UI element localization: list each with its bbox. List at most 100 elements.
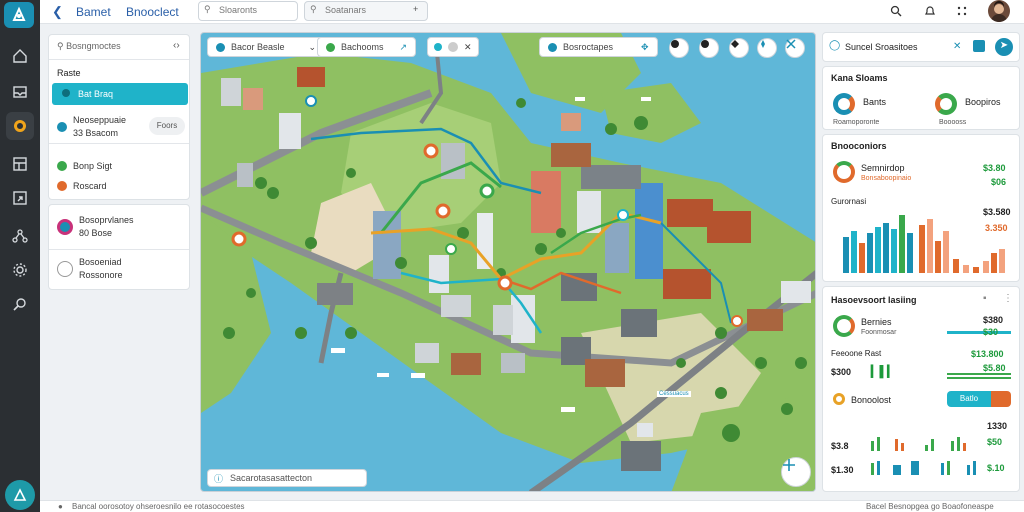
financials-value: $13.800 (971, 349, 1004, 359)
assistant-icon[interactable] (5, 480, 35, 510)
map-bottom-search[interactable]: ⓘ Sacarotasasattecton (207, 469, 367, 487)
layer-item-active[interactable]: Bat Braq (52, 83, 188, 105)
kpi-sub: Roamoporonte (833, 119, 880, 126)
left-panel: ⚲ Bosngmoctes ‹› Raste Bat Braq Neoseppu… (48, 34, 190, 290)
financials-label: Bernies (861, 317, 892, 327)
notification-icon[interactable] (922, 3, 938, 19)
layer-item[interactable]: Roscard (57, 181, 107, 191)
search-icon[interactable] (6, 290, 34, 318)
pin-icon: ◯ (829, 40, 841, 51)
layer-item[interactable]: Neoseppuaie 33 Bsacom (57, 115, 126, 138)
nav-rail (0, 0, 40, 512)
financials-card: Hasoevsoort lasiing ▪ ⋮ Bernies Foonmosa… (822, 286, 1020, 492)
right-header-title: Suncel Sroasitoes (845, 42, 918, 52)
financials-label: Bonoolost (851, 395, 892, 405)
close-icon[interactable]: ✕ (464, 42, 472, 53)
settings-icon[interactable] (6, 256, 34, 284)
more-icon[interactable]: ⋮ (1003, 293, 1013, 304)
layers-toggle-icon[interactable] (729, 38, 749, 58)
compass-icon[interactable] (757, 38, 777, 58)
saved-card: Bosoprvlanes 80 Bose Bosoeniad Rossonore (48, 204, 190, 290)
layers-icon[interactable] (6, 150, 34, 178)
minimize-icon[interactable]: ▪ (983, 293, 987, 304)
network-icon[interactable] (6, 222, 34, 250)
fullscreen-icon[interactable] (785, 38, 805, 58)
layer-dropdown[interactable]: Bacor Beasle ⌄ (207, 37, 326, 57)
search-icon: ⚲ (204, 4, 211, 14)
recenter-button[interactable] (781, 457, 811, 487)
collapse-icon[interactable]: ‹› (173, 40, 180, 51)
segment-option[interactable]: Batlo (947, 391, 991, 407)
search-icon[interactable] (888, 3, 904, 19)
saved-item[interactable]: Bosoeniad Rossonore (57, 257, 123, 280)
stats-gauge (833, 161, 855, 183)
user-avatar[interactable] (988, 0, 1010, 22)
arrow-icon: ↗ (399, 41, 408, 52)
financials-value: $380 (983, 315, 1004, 325)
toggle-on-icon (434, 43, 442, 51)
toggle-off-icon (448, 42, 458, 52)
kpi-card: Kana Sloams Bants Roamoporonte Boopiros … (822, 66, 1020, 130)
stats-value: $3.80 (983, 163, 1006, 173)
workspace-title[interactable]: Bnooclect (126, 5, 179, 19)
app-title: Bamet (76, 5, 111, 19)
map-search[interactable]: Bosroctapes ✥ (539, 37, 658, 57)
stats-title: Bnooconiors (831, 141, 887, 151)
saved-item-sub: 80 Bose (79, 228, 113, 238)
crosshair-icon[interactable]: ✥ (641, 42, 649, 53)
kpi-label: Boopiros (965, 97, 1001, 107)
app-logo-icon[interactable] (4, 2, 34, 28)
financials-gauge (833, 315, 855, 337)
stats-value: $06 (991, 177, 1007, 187)
share-icon[interactable]: ➤ (995, 38, 1013, 56)
toggle-chip[interactable]: ✕ (427, 37, 479, 57)
kpi-sub: Booooss (939, 119, 967, 126)
dock-icon[interactable] (973, 40, 985, 52)
route-chip[interactable]: Bachooms ↗ (317, 37, 417, 57)
info-icon: ⓘ (214, 474, 224, 484)
kpi-gauge (833, 93, 855, 115)
financials-value: $30 (983, 327, 999, 337)
panel-search[interactable]: ⚲ Bosngmoctes (57, 41, 121, 52)
layer-item[interactable]: Bonp Sigt (57, 161, 112, 171)
segment-toggle[interactable]: Batlo (947, 391, 1011, 407)
add-icon[interactable]: + (413, 4, 418, 14)
map-view[interactable]: Bacor Beasle ⌄ Bachooms ↗ ✕ Bosroctapes … (200, 32, 816, 492)
financials-value: $300 (831, 367, 852, 377)
filter-input[interactable]: ⚲ Soatanars + (304, 1, 428, 21)
globe-icon (216, 42, 225, 52)
status-dot-icon (833, 393, 845, 405)
inbox-icon[interactable] (6, 78, 34, 106)
measure-icon[interactable] (699, 38, 719, 58)
mini-bars-icon: ▎▌▎ (871, 366, 896, 378)
chart-label: Gurornasi (831, 197, 867, 206)
back-arrow-icon[interactable]: ❮ (52, 4, 63, 20)
bar-chart (843, 209, 1013, 273)
financials-label: Feeoone Rast (831, 349, 882, 358)
financials-value: $1.30 (831, 465, 854, 475)
layer-item-title: Neoseppuaie (73, 115, 127, 125)
top-bar: ❮ Bamet Bnooclect ⚲ Sloaronts ⚲ Soatanar… (40, 0, 1024, 24)
map-canvas[interactable] (201, 33, 816, 492)
app-window: ❮ Bamet Bnooclect ⚲ Sloaronts ⚲ Soatanar… (0, 0, 1024, 512)
status-bar: ● Bancal oorosotoy ohseroesnilo ee rotas… (40, 500, 1024, 512)
home-icon[interactable] (6, 42, 34, 70)
export-icon[interactable] (6, 184, 34, 212)
saved-item-sub: Rossonore (79, 270, 123, 280)
layer-item-label: Roscard (73, 181, 107, 191)
financials-sub: Foonmosar (861, 329, 897, 336)
close-icon[interactable]: ✕ (953, 41, 961, 52)
mini-bar-chart (871, 459, 981, 475)
saved-item-title: Bosoeniad (79, 257, 122, 267)
financials-value: $50 (987, 437, 1003, 447)
saved-item[interactable]: Bosoprvlanes 80 Bose (57, 215, 134, 238)
search-input[interactable]: ⚲ Sloaronts (198, 1, 298, 21)
stats-card: Bnooconiors Semnirdop Bonsaboopinaio $3.… (822, 134, 1020, 282)
draw-icon[interactable] (669, 38, 689, 58)
dashboard-icon[interactable] (6, 112, 34, 140)
apps-grid-icon[interactable] (954, 3, 970, 19)
segment-option[interactable] (991, 391, 1011, 407)
layer-badge[interactable]: Foors (149, 117, 185, 135)
layers-card: ⚲ Bosngmoctes ‹› Raste Bat Braq Neoseppu… (48, 34, 190, 200)
stats-label: Semnirdop (861, 163, 905, 173)
